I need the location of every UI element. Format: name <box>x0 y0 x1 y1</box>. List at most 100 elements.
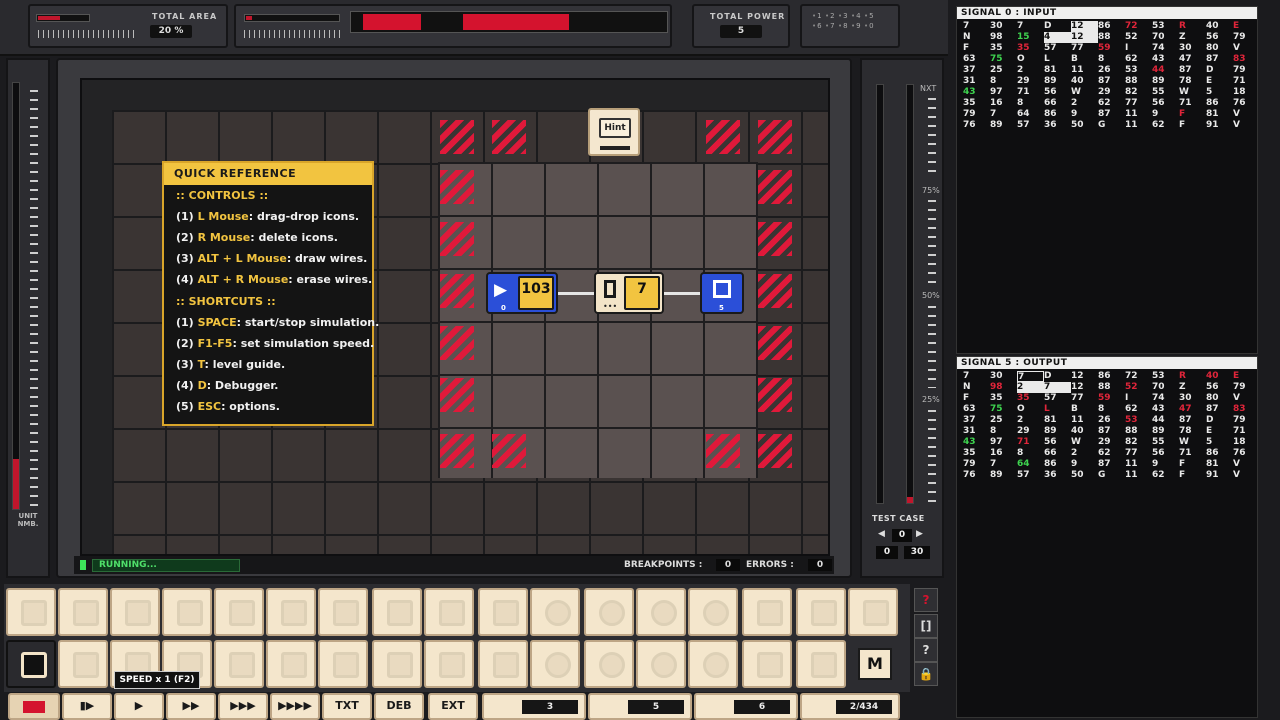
wire-2[interactable] <box>664 292 700 295</box>
lock-icon[interactable]: 🔒 <box>914 662 938 686</box>
palette-tile-equals[interactable] <box>318 588 368 636</box>
signal-cell: 53 <box>1152 371 1165 381</box>
palette-tile-register-selected[interactable] <box>6 640 56 688</box>
signal-cell: 11 <box>1071 415 1084 425</box>
hint-button[interactable]: Hint <box>588 108 640 156</box>
palette-tile-skip[interactable] <box>214 588 264 636</box>
deb-button[interactable]: DEB <box>374 693 424 720</box>
signal-cell: 81 <box>1206 459 1219 469</box>
signal-cell: 55 <box>1152 87 1165 97</box>
signal-cell: 26 <box>1098 65 1111 75</box>
palette-tile-block[interactable] <box>478 588 528 636</box>
signal-cell: E <box>1206 426 1213 436</box>
signal-cell: 87 <box>1179 415 1192 425</box>
signal-cell: 81 <box>1044 65 1057 75</box>
help-icon[interactable]: ? <box>914 588 938 612</box>
palette-tile-c[interactable] <box>530 588 580 636</box>
test-case-prev-arrow[interactable]: ◀ <box>878 529 885 539</box>
palette-tile-circle[interactable] <box>530 640 580 688</box>
signal-cell: N <box>963 32 971 42</box>
speed-4-button[interactable]: ▶▶▶▶ <box>270 693 320 720</box>
test-case-end: 30 <box>904 546 930 559</box>
palette-tile-divide[interactable] <box>424 640 474 688</box>
pct-25-label: 25% <box>922 395 940 404</box>
signal-cell: 91 <box>1206 120 1219 130</box>
input-port: 0 <box>501 304 506 312</box>
total-area-label: TOTAL AREA <box>152 12 218 21</box>
hazard-tile <box>440 222 474 256</box>
signal-cell: 30 <box>1179 43 1192 53</box>
play-area[interactable] <box>438 162 758 478</box>
speed-tooltip: SPEED x 1 (F2) <box>114 671 200 689</box>
palette-tile-z[interactable] <box>742 588 792 636</box>
shortcut-line: (4) D: Debugger. <box>176 379 279 392</box>
signal-cell: 89 <box>990 120 1003 130</box>
left-gauge-ticks <box>30 90 38 510</box>
palette-tile-play[interactable] <box>162 588 212 636</box>
hazard-tile <box>706 120 740 154</box>
palette-tile-slash[interactable] <box>742 640 792 688</box>
signal-cell: 56 <box>1044 87 1057 97</box>
palette-tile-input-2[interactable] <box>58 640 108 688</box>
palette-tile-plus[interactable] <box>372 588 422 636</box>
signal-cell: Z <box>1179 382 1186 392</box>
signal-cell: 9 <box>1152 109 1159 119</box>
bracket-icon[interactable]: [] <box>914 614 938 638</box>
digit-1: 1 <box>812 12 821 20</box>
ext-button[interactable]: EXT <box>428 693 478 720</box>
register-node[interactable]: ••• 7 <box>594 272 664 314</box>
palette-tile-right[interactable] <box>688 588 738 636</box>
palette-tile-d[interactable] <box>266 588 316 636</box>
signal-cell: 86 <box>1098 21 1111 31</box>
signal-cell: 63 <box>963 404 976 414</box>
test-case-next-arrow[interactable]: ▶ <box>916 529 923 539</box>
signal-cell: W <box>1071 437 1081 447</box>
signal-cell: 5 <box>1206 87 1213 97</box>
right-ticks-4 <box>928 410 936 506</box>
palette-tile-neq[interactable] <box>636 640 686 688</box>
palette-tile-r[interactable] <box>110 588 160 636</box>
palette-tile-play-3[interactable] <box>214 640 264 688</box>
signal-cell: 40 <box>1206 21 1219 31</box>
palette-tile-output[interactable] <box>848 588 898 636</box>
output-node[interactable]: 5 <box>700 272 744 314</box>
signal-cell: 62 <box>1098 98 1111 108</box>
palette-tile-bang[interactable] <box>318 640 368 688</box>
signal-cell: 2 <box>1017 65 1024 75</box>
palette-tile-register[interactable] <box>6 588 56 636</box>
palette-tile-input[interactable] <box>58 588 108 636</box>
input-node[interactable]: ▶ 0 103 <box>486 272 558 314</box>
hazard-tile <box>758 326 792 360</box>
speed-3-button[interactable]: ▶▶▶ <box>218 693 268 720</box>
pct-75-label: 75% <box>922 186 940 195</box>
signal-cell: B <box>1071 404 1078 414</box>
palette-tile-left[interactable] <box>688 640 738 688</box>
signal-cell: 16 <box>990 98 1003 108</box>
signal-cell: 77 <box>1125 448 1138 458</box>
wire-1[interactable] <box>556 292 594 295</box>
palette-tile-d2[interactable] <box>266 640 316 688</box>
signal-cell: 82 <box>1125 87 1138 97</box>
palette-tile-multiply[interactable] <box>424 588 474 636</box>
signal-cell: 86 <box>1206 448 1219 458</box>
signal-cell: 71 <box>1017 437 1030 447</box>
txt-button[interactable]: TXT <box>322 693 372 720</box>
signal-cell: 31 <box>963 426 976 436</box>
pause-play-button[interactable]: ▮▶ <box>62 693 112 720</box>
palette-tile-grid[interactable] <box>796 588 846 636</box>
signal-input-panel: SIGNAL 0 : INPUT 7 30 7 D 12 86 72 53 R 40 E N 98 15 4… <box>956 6 1258 354</box>
record-button[interactable] <box>8 693 60 720</box>
palette-tile-dots[interactable] <box>636 588 686 636</box>
palette-tile-a[interactable] <box>584 640 634 688</box>
question-icon[interactable]: ? <box>914 638 938 662</box>
signal-cell: 43 <box>963 87 976 97</box>
speed-1-button[interactable]: ▶ <box>114 693 164 720</box>
palette-tile-percent[interactable] <box>478 640 528 688</box>
signal-cell: 57 <box>1017 120 1030 130</box>
speed-2-button[interactable]: ▶▶ <box>166 693 216 720</box>
palette-tile-minus[interactable] <box>372 640 422 688</box>
signal-cell: 88 <box>1125 76 1138 86</box>
palette-tile-box[interactable] <box>796 640 846 688</box>
palette-tile-b[interactable] <box>584 588 634 636</box>
palette-m-button[interactable]: M <box>858 648 892 680</box>
